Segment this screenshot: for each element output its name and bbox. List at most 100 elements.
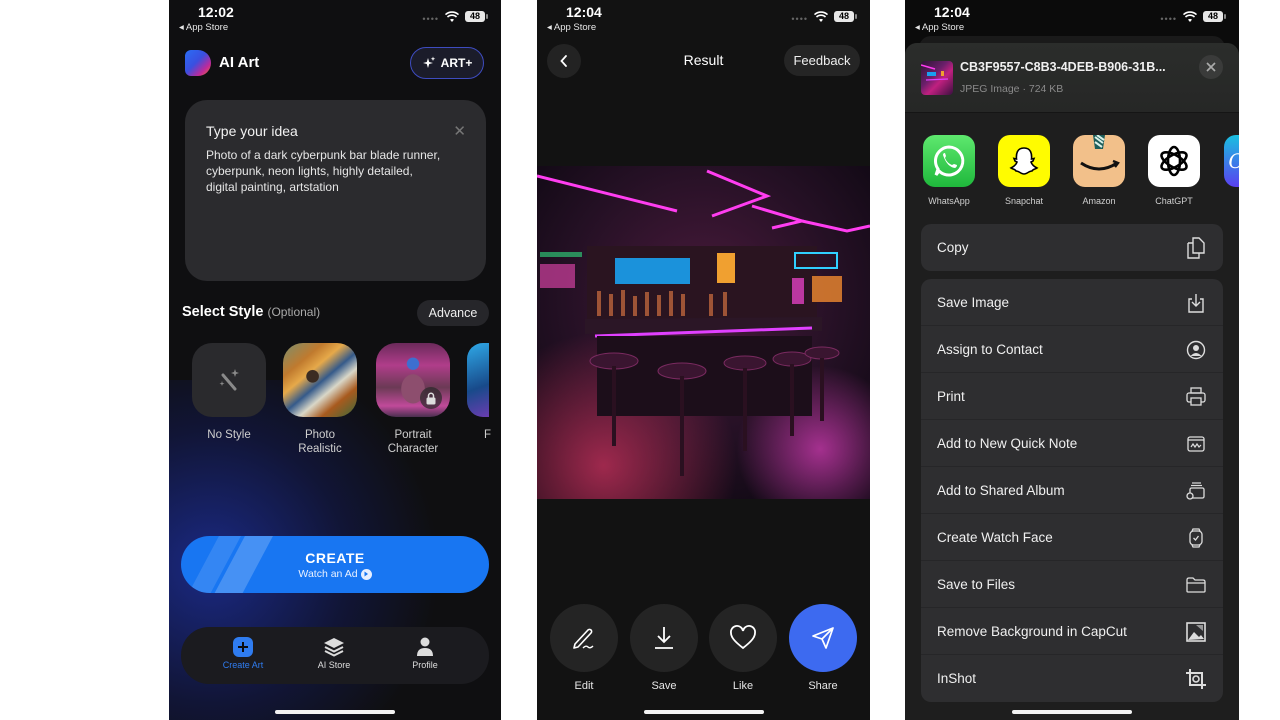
- action-label: Add to Shared Album: [937, 482, 1065, 498]
- tab-ai-store[interactable]: AI Store: [294, 637, 374, 670]
- back-to-app-store[interactable]: ◂ App Store: [915, 22, 964, 33]
- battery-indicator: 48: [465, 11, 488, 22]
- plus-square-icon: [233, 637, 253, 657]
- share-apps-row: WhatsApp Snapchat Amazon ChatGPT: [905, 135, 1239, 215]
- style-photo-realistic[interactable]: Photo Realistic: [282, 343, 358, 456]
- file-meta: JPEG Image · 724 KB: [960, 83, 1064, 95]
- action-label: Save to Files: [937, 576, 1016, 592]
- style-no-style[interactable]: No Style: [191, 343, 267, 442]
- action-inshot[interactable]: InShot: [921, 655, 1223, 702]
- action-copy[interactable]: Copy: [921, 224, 1223, 271]
- style-label: No Style: [207, 429, 251, 441]
- contact-icon: [1185, 339, 1207, 361]
- watch-ad-label: Watch an Ad: [181, 568, 489, 580]
- back-to-app-store[interactable]: ◂ App Store: [179, 22, 228, 33]
- style-label: Photo Realistic: [298, 429, 342, 455]
- share-app-partial[interactable]: C: [1219, 135, 1239, 187]
- tab-label: Profile: [412, 660, 438, 670]
- select-style-heading: Select Style (Optional): [182, 304, 320, 320]
- back-to-app-store[interactable]: ◂ App Store: [547, 22, 596, 33]
- layers-icon: [324, 638, 344, 657]
- action-watch-face[interactable]: Create Watch Face: [921, 514, 1223, 561]
- share-button[interactable]: [789, 604, 857, 672]
- app-glyph: C: [1228, 149, 1239, 173]
- share-app-whatsapp[interactable]: WhatsApp: [919, 135, 979, 206]
- action-label: Share: [808, 680, 838, 692]
- style-partial[interactable]: F: [467, 343, 501, 442]
- home-indicator[interactable]: [643, 710, 764, 714]
- action-save-files[interactable]: Save to Files: [921, 561, 1223, 608]
- app-title: AI Art: [219, 54, 260, 71]
- select-style-title: Select Style: [182, 304, 264, 320]
- watch-ad-text: Watch an Ad: [298, 568, 358, 580]
- close-share-sheet-button[interactable]: [1199, 55, 1223, 79]
- advance-button[interactable]: Advance: [417, 300, 489, 326]
- status-time: 12:04: [566, 4, 602, 20]
- status-time: 12:02: [198, 4, 234, 20]
- tab-label: Create Art: [222, 660, 264, 670]
- save-action[interactable]: Save: [630, 604, 698, 692]
- create-button[interactable]: CREATE Watch an Ad: [181, 536, 489, 593]
- share-app-label: WhatsApp: [928, 196, 970, 206]
- prompt-text[interactable]: Photo of a dark cyberpunk bar blade runn…: [206, 147, 446, 195]
- shared-album-icon: [1185, 480, 1207, 502]
- edit-button[interactable]: [550, 604, 618, 672]
- clear-prompt-icon[interactable]: ✕: [453, 122, 466, 140]
- action-save-image[interactable]: Save Image: [921, 279, 1223, 326]
- share-sheet-header: CB3F9557-C8B3-4DEB-B906-31B... JPEG Imag…: [905, 43, 1239, 113]
- close-icon: [1206, 62, 1216, 72]
- save-button[interactable]: [630, 604, 698, 672]
- generated-image[interactable]: [537, 166, 870, 499]
- share-app-snapchat[interactable]: Snapchat: [994, 135, 1054, 206]
- prompt-input-card[interactable]: Type your idea ✕ Photo of a dark cyberpu…: [185, 100, 486, 281]
- action-capcut[interactable]: Remove Background in CapCut: [921, 608, 1223, 655]
- style-thumb: [376, 343, 450, 417]
- action-label: Save Image: [937, 294, 1010, 310]
- share-app-amazon[interactable]: Amazon: [1069, 135, 1129, 206]
- tab-create-art[interactable]: Create Art: [203, 637, 283, 670]
- action-assign-contact[interactable]: Assign to Contact: [921, 326, 1223, 373]
- snapchat-icon: [998, 135, 1050, 187]
- share-app-chatgpt[interactable]: ChatGPT: [1144, 135, 1204, 206]
- watch-icon: [1185, 527, 1207, 549]
- share-app-label: Snapchat: [1004, 196, 1044, 206]
- signal-icon: ••••: [422, 14, 439, 24]
- style-portrait-character[interactable]: Portrait Character: [375, 343, 451, 456]
- like-button[interactable]: [709, 604, 777, 672]
- action-label: Add to New Quick Note: [937, 435, 1078, 451]
- style-label: F: [484, 429, 492, 441]
- art-plus-button[interactable]: ART+: [410, 47, 484, 79]
- feedback-button[interactable]: Feedback: [784, 45, 860, 76]
- wifi-icon: [1183, 11, 1197, 22]
- action-list: Save Image Assign to Contact Print Add t…: [921, 279, 1223, 702]
- share-action[interactable]: Share: [789, 604, 857, 692]
- action-print[interactable]: Print: [921, 373, 1223, 420]
- save-image-icon: [1185, 292, 1207, 314]
- status-bar: 12:04 ◂ App Store •••• 48: [905, 0, 1239, 38]
- send-icon: [812, 627, 834, 649]
- folder-icon: [1185, 574, 1207, 596]
- action-label: Remove Background in CapCut: [937, 623, 1127, 639]
- action-quick-note[interactable]: Add to New Quick Note: [921, 420, 1223, 467]
- home-indicator[interactable]: [275, 710, 395, 714]
- printer-icon: [1185, 386, 1207, 408]
- image-icon: [1185, 621, 1207, 643]
- action-shared-album[interactable]: Add to Shared Album: [921, 467, 1223, 514]
- amazon-icon: [1073, 135, 1125, 187]
- wifi-icon: [814, 11, 828, 22]
- tab-profile[interactable]: Profile: [385, 637, 465, 670]
- action-label: InShot: [937, 671, 977, 686]
- home-indicator[interactable]: [1012, 710, 1132, 714]
- status-bar: 12:04 ◂ App Store •••• 48: [537, 0, 870, 38]
- signal-icon: ••••: [791, 14, 808, 24]
- prompt-title: Type your idea: [206, 123, 298, 139]
- battery-indicator: 48: [1203, 11, 1226, 22]
- style-thumb: [467, 343, 489, 417]
- pen-icon: [573, 628, 594, 649]
- action-label: Copy: [937, 240, 969, 255]
- person-icon: [417, 637, 433, 656]
- copy-action-group: Copy: [921, 224, 1223, 271]
- like-action[interactable]: Like: [709, 604, 777, 692]
- edit-action[interactable]: Edit: [550, 604, 618, 692]
- tab-label: AI Store: [317, 660, 351, 670]
